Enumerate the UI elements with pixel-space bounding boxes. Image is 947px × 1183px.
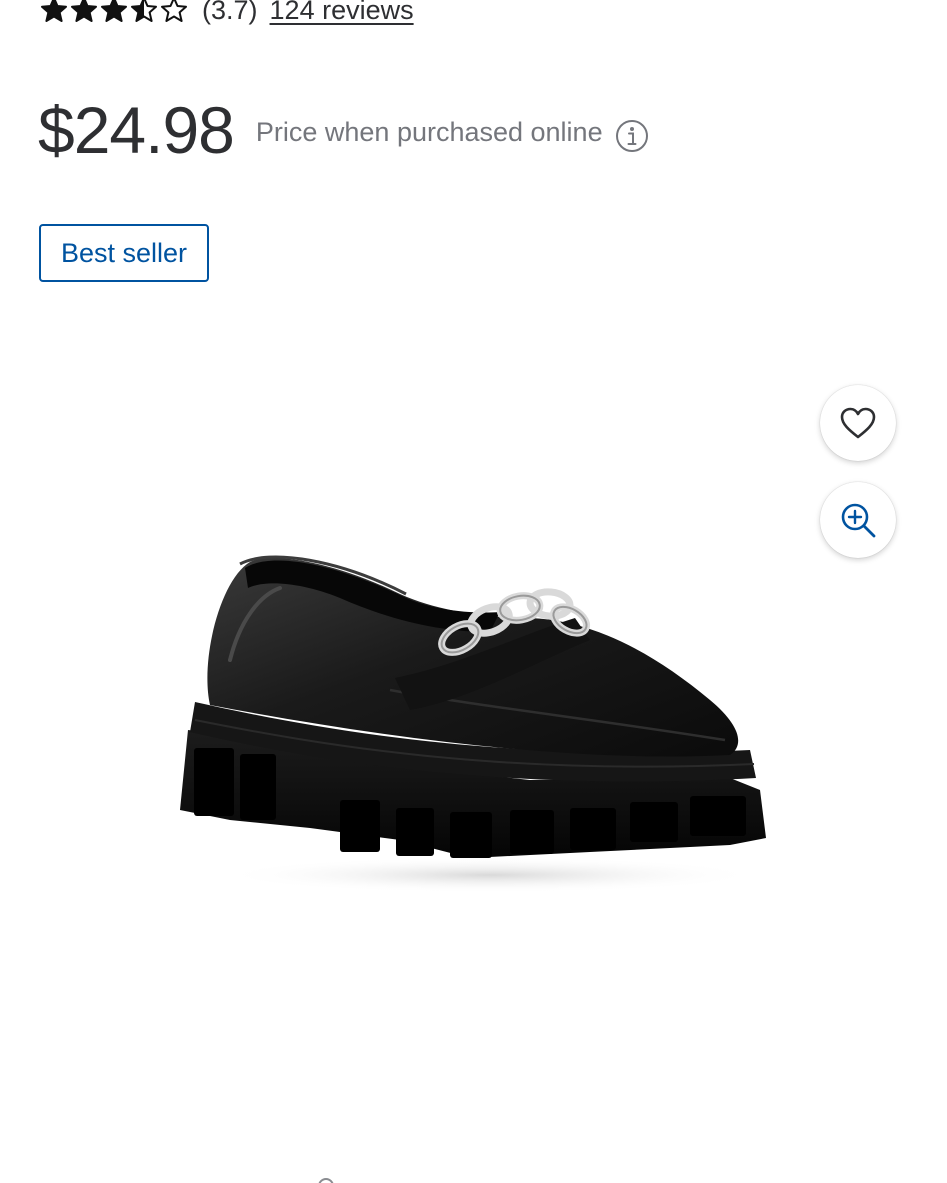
product-page: (3.7) 124 reviews $24.98 Price when purc… [0, 0, 947, 1183]
star-rating [40, 0, 188, 24]
zoom-in-icon [839, 501, 877, 539]
price-note-text: Price when purchased online [255, 117, 603, 147]
reviews-link[interactable]: 124 reviews [270, 0, 414, 26]
zoom-button[interactable] [820, 482, 896, 558]
star-icon [161, 0, 187, 22]
product-image[interactable] [170, 540, 780, 900]
rating-row: (3.7) 124 reviews [40, 0, 414, 28]
info-icon[interactable] [615, 119, 649, 153]
rating-value: (3.7) [202, 0, 258, 25]
star-icon [71, 0, 97, 22]
star-icon [131, 0, 157, 22]
star-icon [41, 0, 67, 22]
favorite-button[interactable] [820, 385, 896, 461]
best-seller-badge: Best seller [39, 224, 209, 282]
price-row: $24.98 Price when purchased online [38, 92, 649, 168]
heart-icon [839, 406, 877, 440]
carousel-indicator[interactable] [318, 1178, 334, 1183]
star-icon [101, 0, 127, 22]
price-note: Price when purchased online [255, 116, 649, 153]
price: $24.98 [38, 93, 235, 167]
